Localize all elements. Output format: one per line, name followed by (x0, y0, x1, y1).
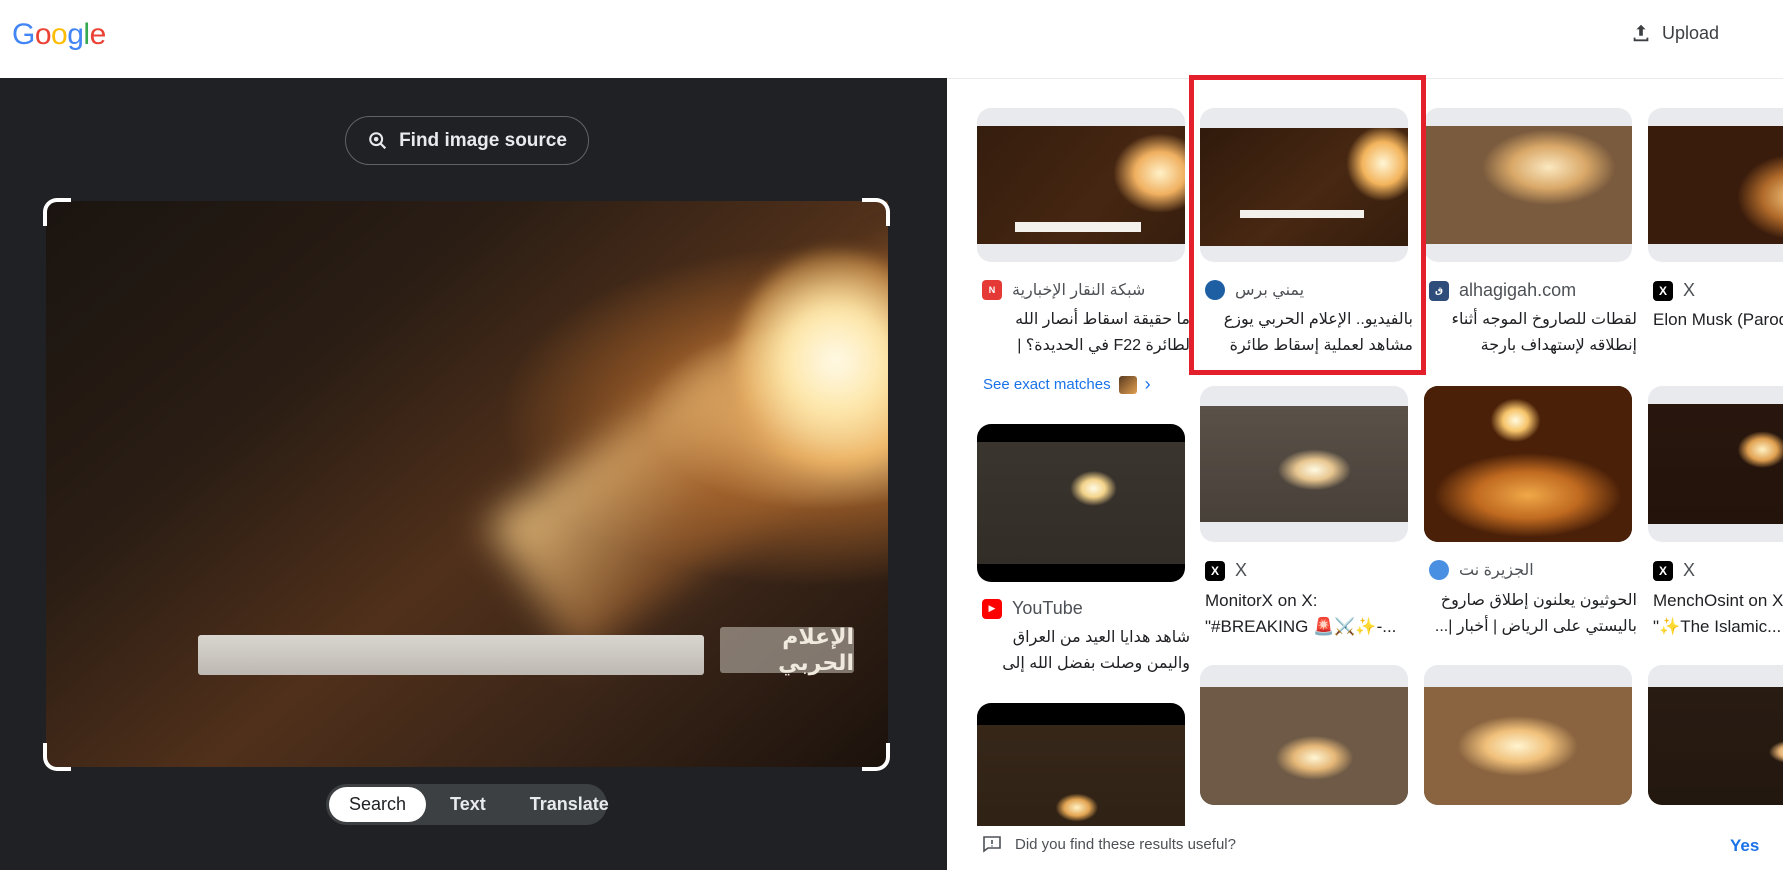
aljazeera-icon (1429, 560, 1449, 580)
result-title-link[interactable]: شاهد هدايا العيد من العراق واليمن وصلت ب… (982, 625, 1190, 677)
result-title-link[interactable]: بالفيديو.. الإعلام الحربي يوزع مشاهد لعم… (1205, 307, 1413, 359)
image-watermark: الإعلام الحربي (720, 624, 854, 675)
mode-search-tab[interactable]: Search (329, 787, 427, 822)
chevron-right-icon: › (1144, 374, 1151, 394)
result-source: X X (1653, 560, 1695, 581)
result-title-link[interactable]: الحوثيون يعلنون إطلاق صاروخ باليستي على … (1429, 588, 1637, 640)
crop-handle-bottom-right[interactable] (862, 743, 890, 771)
youtube-icon: ▶ (982, 598, 1002, 619)
site-favicon-icon: ق (1429, 280, 1449, 301)
result-thumbnail[interactable] (1200, 665, 1408, 805)
result-thumbnail[interactable] (1424, 665, 1632, 805)
result-thumbnail[interactable] (1424, 386, 1632, 542)
result-thumbnail[interactable] (977, 108, 1185, 262)
crop-handle-bottom-left[interactable] (43, 743, 71, 771)
result-source: X X (1653, 280, 1695, 301)
upload-icon (1633, 24, 1649, 42)
caption-bar (198, 635, 704, 675)
result-thumbnail[interactable] (1200, 386, 1408, 542)
result-thumbnail[interactable] (977, 703, 1185, 843)
result-title-link[interactable]: لقطات للصاروخ الموجه أثناء إنطلاقه لإسته… (1429, 307, 1638, 359)
site-favicon-icon: N (982, 280, 1002, 300)
result-source: N شبكة النقار الإخبارية (982, 280, 1145, 300)
top-bar: Google Upload (0, 0, 1783, 78)
lens-mode-switcher: Search Text Translate (326, 784, 609, 825)
result-title-link[interactable]: ما حقيقة اسقاط أنصار الله لطائرة F22 في … (982, 307, 1190, 359)
mode-text-tab[interactable]: Text (430, 787, 506, 822)
result-source: الجزيرة نت (1429, 560, 1534, 580)
exact-match-thumbnail (1118, 375, 1137, 394)
result-thumbnail[interactable] (977, 424, 1185, 582)
result-thumbnail[interactable] (1648, 386, 1783, 542)
result-thumbnail[interactable] (1424, 108, 1632, 262)
find-image-source-button[interactable]: Find image source (345, 116, 589, 165)
mode-translate-tab[interactable]: Translate (510, 787, 629, 822)
feedback-question: Did you find these results useful? (1015, 836, 1236, 853)
google-logo[interactable]: Google (12, 18, 106, 52)
result-thumbnail[interactable] (1648, 108, 1783, 262)
result-thumbnail[interactable] (1200, 108, 1408, 262)
header-divider (947, 78, 1783, 79)
result-source: ق alhagigah.com (1429, 280, 1576, 301)
result-title-link[interactable]: MonitorX on X: "#BREAKING 🚨⚔️✨-... (1205, 588, 1413, 640)
x-logo-icon: X (1653, 280, 1673, 301)
feedback-yes-button[interactable]: Yes (1730, 836, 1759, 856)
crop-handle-top-right[interactable] (862, 198, 890, 226)
x-logo-icon: X (1205, 560, 1225, 581)
result-source: X X (1205, 560, 1247, 581)
see-exact-matches-link[interactable]: See exact matches › (983, 374, 1151, 395)
x-logo-icon: X (1653, 560, 1673, 581)
upload-label: Upload (1662, 22, 1720, 43)
result-title-link[interactable]: Elon Musk (Parody) on X: "Crazy footage.… (1653, 307, 1783, 359)
find-image-source-label: Find image source (399, 129, 567, 151)
lens-image-panel: Find image source الإعلام الحربي Search … (0, 78, 947, 870)
crop-handle-top-left[interactable] (43, 198, 71, 226)
result-source: يمني برس (1205, 280, 1304, 300)
result-source: ▶ YouTube (982, 598, 1083, 619)
result-title-link[interactable]: MenchOsint on X: "✨The Islamic... (1653, 588, 1783, 640)
lens-search-icon (369, 131, 387, 149)
result-thumbnail[interactable] (1648, 665, 1783, 805)
site-favicon-icon (1205, 280, 1225, 300)
selected-image-preview[interactable]: الإعلام الحربي (46, 201, 888, 767)
upload-button[interactable]: Upload (1630, 22, 1719, 44)
feedback-icon (983, 836, 1001, 853)
